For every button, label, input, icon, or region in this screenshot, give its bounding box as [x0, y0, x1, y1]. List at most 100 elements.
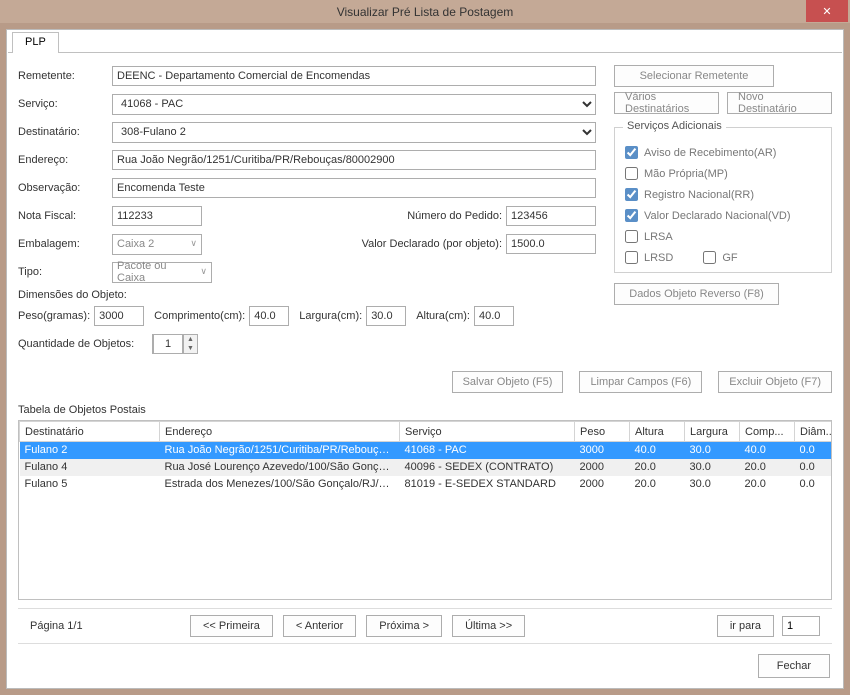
- destinatario-select[interactable]: 308-Fulano 2: [112, 122, 596, 143]
- chevron-down-icon: ∨: [190, 238, 197, 249]
- check-rr[interactable]: [625, 188, 638, 201]
- label-valor-declarado: Valor Declarado (por objeto):: [362, 238, 502, 250]
- label-destinatario: Destinatário:: [18, 126, 108, 138]
- table-cell: 40.0: [630, 442, 685, 459]
- table-cell: 30.0: [685, 459, 740, 476]
- tipo-select[interactable]: Pacote ou Caixa∨: [112, 262, 212, 283]
- table-cell: 20.0: [740, 476, 795, 493]
- table-cell: Rua João Negrão/1251/Curitiba/PR/Rebouça…: [160, 442, 400, 459]
- check-lrsd[interactable]: [625, 251, 638, 264]
- column-header[interactable]: Largura: [685, 422, 740, 442]
- goto-page-button[interactable]: ir para: [717, 615, 774, 637]
- table-cell: 20.0: [740, 459, 795, 476]
- label-dimensoes: Dimensões do Objeto:: [18, 289, 596, 301]
- numero-pedido-field[interactable]: [506, 206, 596, 226]
- client-area: PLP Remetente: Serviço: 41068 - PAC Dest…: [6, 29, 844, 689]
- table-cell: 40.0: [740, 442, 795, 459]
- check-rr-label: Registro Nacional(RR): [644, 189, 754, 201]
- form-area: Remetente: Serviço: 41068 - PAC Destinat…: [8, 53, 842, 367]
- check-mp[interactable]: [625, 167, 638, 180]
- table-cell: Fulano 5: [20, 476, 160, 493]
- check-ar[interactable]: [625, 146, 638, 159]
- window: Visualizar Pré Lista de Postagem ✕ PLP R…: [0, 0, 850, 695]
- quantidade-value[interactable]: [153, 334, 183, 354]
- selecionar-remetente-button[interactable]: Selecionar Remetente: [614, 65, 774, 87]
- titlebar: Visualizar Pré Lista de Postagem ✕: [0, 0, 850, 23]
- table-cell: Fulano 2: [20, 442, 160, 459]
- table-row[interactable]: Fulano 5Estrada dos Menezes/100/São Gonç…: [20, 476, 833, 493]
- valor-declarado-field[interactable]: [506, 234, 596, 254]
- objetos-table: DestinatárioEndereçoServiçoPesoAlturaLar…: [18, 420, 832, 600]
- check-gf[interactable]: [703, 251, 716, 264]
- table-cell: 30.0: [685, 442, 740, 459]
- label-numero-pedido: Número do Pedido:: [407, 210, 502, 222]
- window-title: Visualizar Pré Lista de Postagem: [0, 5, 850, 19]
- check-lrsa[interactable]: [625, 230, 638, 243]
- remetente-field[interactable]: [112, 66, 596, 86]
- column-header[interactable]: Altura: [630, 422, 685, 442]
- table-cell: 2000: [575, 476, 630, 493]
- comprimento-field[interactable]: [249, 306, 289, 326]
- servico-select[interactable]: 41068 - PAC: [112, 94, 596, 115]
- nota-fiscal-field[interactable]: [112, 206, 202, 226]
- label-servico: Serviço:: [18, 98, 108, 110]
- excluir-objeto-button[interactable]: Excluir Objeto (F7): [718, 371, 832, 393]
- close-icon: ✕: [822, 5, 831, 18]
- column-header[interactable]: Destinatário: [20, 422, 160, 442]
- table-cell: 81019 - E-SEDEX STANDARD: [400, 476, 575, 493]
- table-cell: 40096 - SEDEX (CONTRATO): [400, 459, 575, 476]
- peso-field[interactable]: [94, 306, 144, 326]
- column-header[interactable]: Serviço: [400, 422, 575, 442]
- label-nota-fiscal: Nota Fiscal:: [18, 210, 108, 222]
- limpar-campos-button[interactable]: Limpar Campos (F6): [579, 371, 702, 393]
- close-button[interactable]: ✕: [806, 0, 848, 22]
- novo-destinatario-button[interactable]: Novo Destinatário: [727, 92, 832, 114]
- label-qtd-objetos: Quantidade de Objetos:: [18, 338, 148, 350]
- column-header[interactable]: Diâm...: [795, 422, 833, 442]
- varios-destinatarios-button[interactable]: Vários Destinatários: [614, 92, 719, 114]
- spin-up-icon[interactable]: ▲: [183, 335, 197, 344]
- check-lrsa-label: LRSA: [644, 231, 673, 243]
- prev-page-button[interactable]: < Anterior: [283, 615, 356, 637]
- next-page-button[interactable]: Próxima >: [366, 615, 442, 637]
- check-lrsd-label: LRSD: [644, 252, 673, 264]
- table-cell: 0.0: [795, 476, 833, 493]
- fechar-button[interactable]: Fechar: [758, 654, 830, 678]
- spin-down-icon[interactable]: ▼: [183, 344, 197, 353]
- tabstrip: PLP: [8, 31, 842, 53]
- table-cell: 0.0: [795, 442, 833, 459]
- column-header[interactable]: Endereço: [160, 422, 400, 442]
- label-tipo: Tipo:: [18, 266, 108, 278]
- table-cell: 20.0: [630, 476, 685, 493]
- dados-objeto-reverso-button[interactable]: Dados Objeto Reverso (F8): [614, 283, 779, 305]
- altura-field[interactable]: [474, 306, 514, 326]
- servicos-adicionais-legend: Serviços Adicionais: [623, 120, 726, 132]
- label-comprimento: Comprimento(cm):: [154, 310, 245, 322]
- table-cell: 41068 - PAC: [400, 442, 575, 459]
- first-page-button[interactable]: << Primeira: [190, 615, 273, 637]
- label-peso: Peso(gramas):: [18, 310, 90, 322]
- check-vd[interactable]: [625, 209, 638, 222]
- table-cell: 30.0: [685, 476, 740, 493]
- check-mp-label: Mão Própria(MP): [644, 168, 728, 180]
- quantidade-stepper[interactable]: ▲▼: [152, 334, 198, 354]
- tab-plp[interactable]: PLP: [12, 32, 59, 53]
- salvar-objeto-button[interactable]: Salvar Objeto (F5): [452, 371, 564, 393]
- endereco-field[interactable]: [112, 150, 596, 170]
- embalagem-select[interactable]: Caixa 2∨: [112, 234, 202, 255]
- goto-page-input[interactable]: [782, 616, 820, 636]
- table-row[interactable]: Fulano 2Rua João Negrão/1251/Curitiba/PR…: [20, 442, 833, 459]
- largura-field[interactable]: [366, 306, 406, 326]
- tabela-title: Tabela de Objetos Postais: [18, 404, 842, 416]
- table-cell: Fulano 4: [20, 459, 160, 476]
- column-header[interactable]: Peso: [575, 422, 630, 442]
- column-header[interactable]: Comp...: [740, 422, 795, 442]
- check-ar-label: Aviso de Recebimento(AR): [644, 147, 776, 159]
- check-vd-label: Valor Declarado Nacional(VD): [644, 210, 791, 222]
- table-cell: 0.0: [795, 459, 833, 476]
- table-row[interactable]: Fulano 4Rua José Lourenço Azevedo/100/Sã…: [20, 459, 833, 476]
- table-cell: Estrada dos Menezes/100/São Gonçalo/RJ/C…: [160, 476, 400, 493]
- last-page-button[interactable]: Última >>: [452, 615, 525, 637]
- label-altura: Altura(cm):: [416, 310, 470, 322]
- observacao-field[interactable]: [112, 178, 596, 198]
